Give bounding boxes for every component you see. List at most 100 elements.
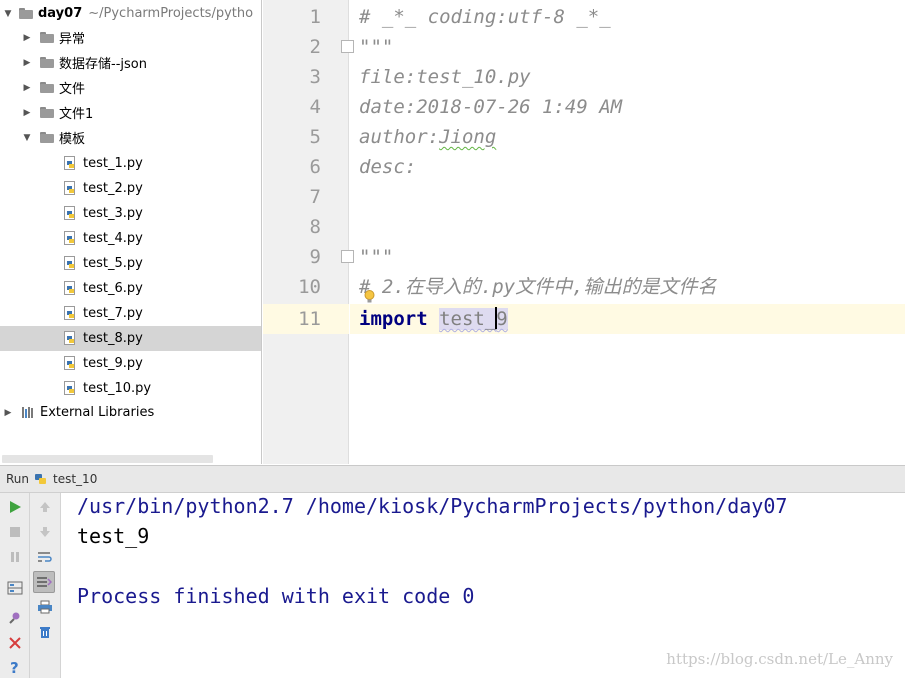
tree-file[interactable]: test_2.py [0, 176, 261, 201]
folder-icon [40, 57, 54, 68]
tree-file[interactable]: test_4.py [0, 226, 261, 251]
fold-marker-icon[interactable] [341, 40, 354, 53]
tree-external-libraries[interactable]: ▶ External Libraries [0, 400, 261, 425]
rerun-button[interactable] [4, 496, 26, 518]
tree-file[interactable]: test_10.py [0, 376, 261, 401]
layout-button[interactable] [4, 577, 26, 599]
comment-text: 2.在导入的.py文件中,输出的是文件名 [370, 276, 717, 298]
project-panel: ▼ day07 ~/PycharmProjects/pytho ▶ 异常 ▶ 数… [0, 0, 262, 464]
print-button[interactable] [34, 596, 56, 618]
tree-folder-2[interactable]: ▶ 文件 [0, 75, 261, 100]
python-file-icon [64, 281, 75, 295]
stop-button[interactable] [4, 521, 26, 543]
python-file-icon [64, 331, 75, 345]
line-number: 2 [309, 36, 321, 58]
code-line-1[interactable]: # _*_ coding:utf-8 _*_ [359, 2, 611, 32]
collapsed-arrow-icon[interactable]: ▶ [3, 408, 13, 418]
module-name-part: test_ [439, 308, 497, 330]
tree-folder-0[interactable]: ▶ 异常 [0, 25, 261, 50]
tree-folder-1[interactable]: ▶ 数据存储--json [0, 50, 261, 75]
console-command-line: /usr/bin/python2.7 /home/kiosk/PycharmPr… [77, 494, 788, 518]
tree-file[interactable]: test_3.py [0, 201, 261, 226]
folder-label: 数据存储--json [59, 57, 147, 72]
python-file-icon [64, 356, 75, 370]
pause-button[interactable] [4, 546, 26, 568]
expand-arrow-icon[interactable]: ▼ [3, 9, 13, 19]
folder-icon [40, 107, 54, 118]
layout-icon [7, 581, 23, 595]
pin-tab-button[interactable] [4, 607, 26, 629]
tree-root-day07[interactable]: ▼ day07 ~/PycharmProjects/pytho [0, 1, 261, 26]
console-program-output: test_9 [77, 524, 150, 548]
file-label: test_6.py [83, 281, 143, 296]
soft-wrap-button[interactable] [34, 546, 56, 568]
file-label: test_8.py [83, 331, 143, 346]
tree-file[interactable]: test_7.py [0, 301, 261, 326]
line-number: 10 [298, 276, 321, 298]
scroll-to-end-button[interactable] [33, 571, 55, 593]
file-label: test_3.py [83, 206, 143, 221]
code-line-9[interactable]: """ [359, 242, 393, 272]
svg-text:?: ? [10, 659, 19, 675]
external-libraries-label: External Libraries [40, 405, 155, 420]
run-tab-label[interactable]: Run [6, 472, 29, 486]
clear-all-button[interactable] [34, 621, 56, 643]
collapsed-arrow-icon[interactable]: ▶ [22, 83, 32, 93]
code-line-5[interactable]: author:Jiong [359, 122, 496, 152]
folder-label: 模板 [59, 132, 86, 147]
spelling-warning-word: Jiong [439, 126, 497, 148]
file-label: test_9.py [83, 356, 143, 371]
watermark-text: https://blog.csdn.net/Le_Anny [666, 650, 893, 668]
tree-folder-3[interactable]: ▶ 文件1 [0, 100, 261, 125]
python-run-config-icon [35, 473, 47, 484]
line-number: 1 [309, 6, 321, 28]
code-line-2[interactable]: """ [359, 32, 393, 62]
collapsed-arrow-icon[interactable]: ▶ [22, 33, 32, 43]
unresolved-module-name[interactable]: test_9 [439, 307, 508, 330]
tree-folder-open[interactable]: ▼ 模板 [0, 125, 261, 150]
code-line-3[interactable]: file:test_10.py [359, 62, 531, 92]
file-label: test_5.py [83, 256, 143, 271]
scroll-to-end-icon [37, 577, 52, 587]
print-icon [38, 600, 52, 614]
folder-icon [19, 8, 33, 19]
lightbulb-icon[interactable] [363, 289, 376, 305]
folder-label: 文件 [59, 82, 86, 97]
code-line-6[interactable]: desc: [359, 152, 416, 182]
tree-file[interactable]: test_6.py [0, 276, 261, 301]
code-line-10[interactable]: # 2.在导入的.py文件中,输出的是文件名 [359, 272, 717, 302]
fold-marker-icon[interactable] [341, 250, 354, 263]
run-console-output[interactable]: /usr/bin/python2.7 /home/kiosk/PycharmPr… [62, 493, 905, 678]
collapsed-arrow-icon[interactable]: ▶ [22, 58, 32, 68]
code-line-4[interactable]: date:2018-07-26 1:49 AM [359, 92, 622, 122]
play-icon [10, 501, 21, 513]
stop-icon [10, 527, 20, 537]
code-line-11[interactable]: import test_9 [359, 304, 508, 334]
run-config-name[interactable]: test_10 [53, 472, 97, 486]
horizontal-scrollbar[interactable] [2, 455, 213, 463]
pause-icon [11, 552, 19, 562]
python-file-icon [64, 181, 75, 195]
code-editor[interactable]: 1 2 3 4 5 6 7 8 9 10 11 # _*_ coding:utf… [263, 0, 905, 464]
close-run-button[interactable] [4, 632, 26, 654]
python-file-icon [64, 256, 75, 270]
file-label: test_2.py [83, 181, 143, 196]
tree-file[interactable]: test_1.py [0, 151, 261, 176]
scroll-down-button[interactable] [34, 521, 56, 543]
collapsed-arrow-icon[interactable]: ▶ [22, 108, 32, 118]
run-toolbar-right [30, 493, 61, 678]
file-label: test_7.py [83, 306, 143, 321]
line-number: 8 [309, 216, 321, 238]
root-folder-path: ~/PycharmProjects/pytho [88, 6, 254, 21]
expand-arrow-icon[interactable]: ▼ [22, 133, 32, 143]
tree-file[interactable]: test_9.py [0, 351, 261, 376]
python-file-icon [64, 156, 75, 170]
arrow-down-icon [40, 527, 50, 537]
tree-file-selected[interactable]: test_8.py [0, 326, 261, 351]
line-number: 6 [309, 156, 321, 178]
file-label: test_1.py [83, 156, 143, 171]
line-number: 5 [309, 126, 321, 148]
help-button[interactable]: ? [4, 656, 26, 678]
tree-file[interactable]: test_5.py [0, 251, 261, 276]
scroll-up-button[interactable] [34, 496, 56, 518]
